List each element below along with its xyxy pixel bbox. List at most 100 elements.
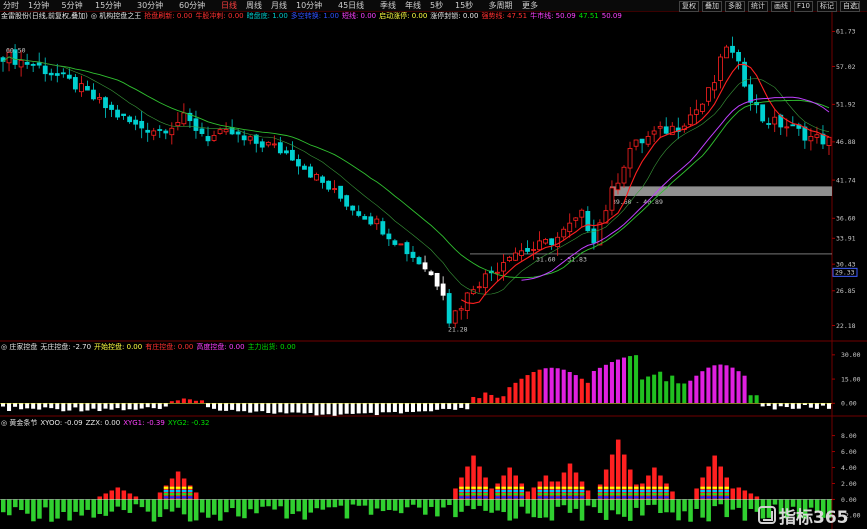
ind2-band [621, 496, 627, 499]
ind2-neg-bar [615, 499, 621, 515]
ind1-bar [193, 400, 198, 404]
candle-body [344, 195, 350, 207]
ind2-neg-bar [417, 499, 422, 508]
candle-body [537, 240, 542, 251]
ind2-neg-bar [254, 499, 259, 514]
ind2-neg-bar [404, 499, 410, 508]
ind1-bar [670, 375, 675, 404]
ind2-neg-bar [169, 499, 175, 512]
ind2-neg-bar [248, 499, 253, 510]
ma-strong-line [460, 63, 830, 304]
ind2-pos-bar [748, 493, 754, 500]
candle-body [42, 65, 48, 75]
ind2-band [483, 493, 488, 496]
ind1-bar [682, 383, 687, 404]
ind1-bar [145, 403, 150, 408]
ind2-neg-bar [489, 499, 494, 513]
ind2-band [507, 496, 512, 499]
ind2-neg-bar [730, 499, 736, 510]
ind2-band [712, 496, 717, 499]
ind1-bar [640, 379, 645, 404]
candle-body [109, 104, 114, 110]
ind1-bar [483, 392, 488, 404]
ind2-pos-bar [621, 454, 627, 500]
ind2-neg-bar [332, 499, 338, 508]
candle-body [633, 139, 639, 147]
ind2-band [664, 496, 669, 499]
ind2-band [465, 489, 470, 493]
ind2-band [537, 486, 543, 489]
ind2-band [615, 489, 621, 493]
ind2-band [501, 493, 506, 496]
ind2-band [718, 493, 723, 496]
ind1-bar [634, 355, 639, 404]
ind2-band [537, 489, 543, 493]
ind1-bar [218, 403, 223, 411]
ind2-neg-bar [465, 499, 470, 506]
candle-body [259, 141, 265, 148]
ind2-band [163, 489, 169, 493]
ind2-band [573, 493, 579, 496]
ind1-bar [43, 403, 48, 408]
candle-body [651, 130, 657, 135]
ind2-neg-bar [676, 499, 681, 521]
ind1-bar [796, 403, 801, 409]
ind2-neg-bar [1, 499, 6, 513]
candle-body [36, 62, 42, 66]
candle-body [585, 210, 591, 232]
ind1-bar [688, 380, 693, 404]
candle-body [241, 135, 247, 141]
ind2-band [519, 496, 525, 499]
ind2-band [646, 493, 651, 496]
ind2-neg-bar [441, 499, 446, 508]
candle-body [579, 209, 585, 218]
ind2-band [495, 493, 500, 496]
main-axis-label-8: 26.85 [836, 287, 856, 295]
ind2-band [652, 493, 657, 496]
ind1-bar [7, 403, 12, 412]
candle-body [410, 251, 416, 258]
ind2-band [555, 493, 561, 496]
gap2-label: 31.60 - 31.83 [536, 255, 587, 263]
ind2-neg-bar [145, 499, 151, 512]
candle-body [283, 150, 289, 154]
ind2-pos-bar [694, 488, 699, 500]
ind2-band [543, 486, 549, 489]
ind2-neg-bar [561, 499, 567, 506]
ind2-band [664, 489, 669, 493]
ind2-band [646, 489, 651, 493]
ind1-bar [417, 403, 422, 412]
ind2-band [615, 496, 621, 499]
ind1-bar [290, 403, 295, 413]
candle-body [265, 141, 271, 146]
ind2-band [495, 486, 500, 489]
ind2-neg-bar [133, 499, 139, 505]
candle-body [163, 130, 169, 134]
candle-body [549, 238, 555, 246]
ind2-neg-bar [398, 499, 404, 514]
ind2-band [658, 489, 663, 493]
ind2-pos-bar [193, 492, 199, 500]
candle-body [712, 82, 717, 91]
ind1-bar [513, 382, 518, 404]
candle-body [790, 124, 796, 127]
ind2-neg-bar [658, 499, 663, 514]
candle-body [507, 256, 512, 262]
ind1-bar [537, 369, 542, 404]
ind2-neg-bar [49, 499, 54, 522]
ma-green-line [2, 56, 830, 279]
ind2-band [465, 493, 470, 496]
ind2-band [700, 496, 705, 499]
candle-body [802, 126, 808, 141]
kline-chart[interactable]: 61.73 57.02 51.92 46.88 41.74 36.60 33.91 30.43… [0, 0, 867, 529]
main-axis-label-0: 61.73 [836, 28, 856, 36]
ind2-band [549, 489, 555, 493]
ind2-band [495, 496, 500, 499]
ind2-neg-bar [368, 499, 374, 515]
ind2-neg-bar [199, 499, 205, 513]
candle-body [302, 165, 307, 170]
ind2-band [634, 489, 639, 493]
ind2-band [628, 486, 633, 489]
ind2-pos-bar [97, 496, 102, 500]
candle-body [181, 112, 187, 125]
